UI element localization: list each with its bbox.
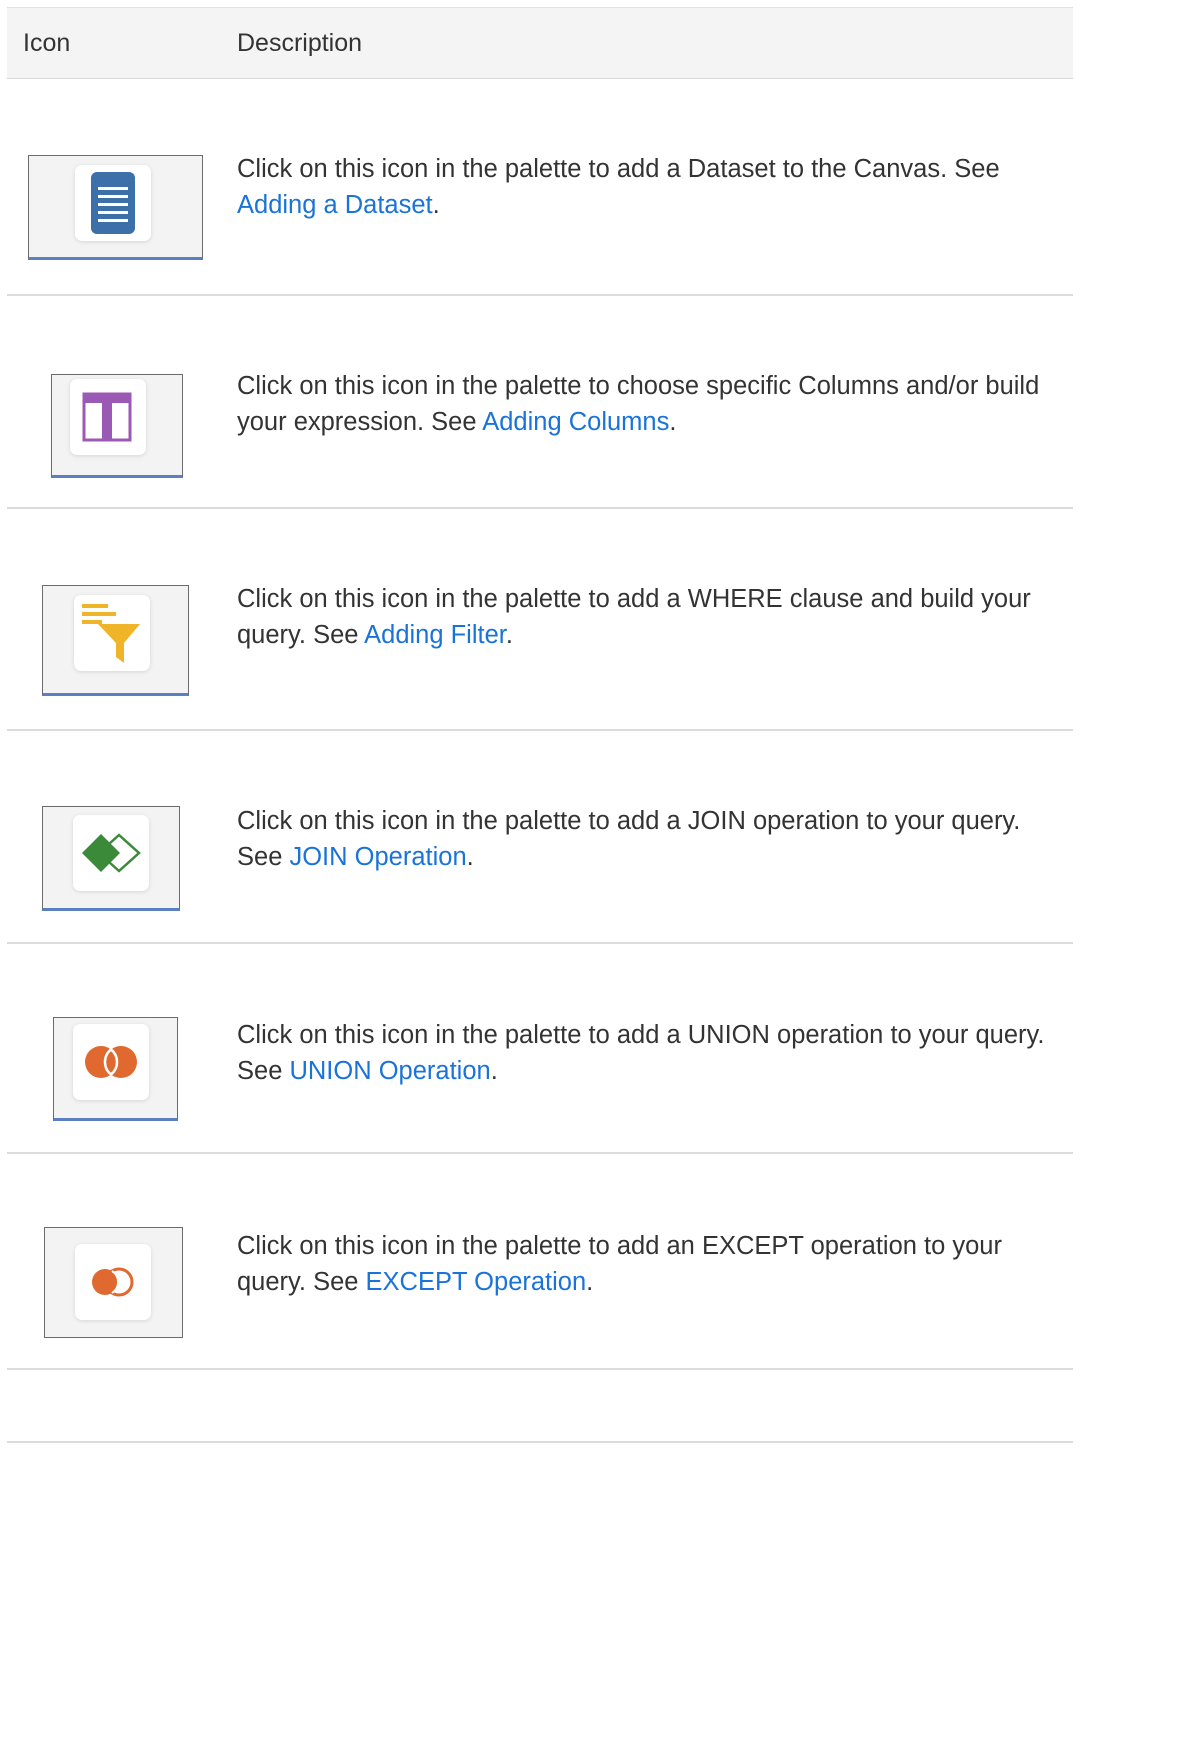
columns-description: Click on this icon in the palette to cho… (237, 372, 1040, 436)
join-operation-link[interactable]: JOIN Operation (289, 843, 466, 871)
filter-palette-button[interactable] (42, 585, 189, 696)
table-row-union: Click on this icon in the palette to add… (7, 944, 1073, 1154)
dataset-palette-button[interactable] (28, 155, 203, 260)
columns-palette-button[interactable] (51, 374, 183, 478)
filter-icon (82, 604, 140, 663)
union-description: Click on this icon in the palette to add… (237, 1021, 1045, 1085)
table-row-empty (7, 1370, 1073, 1443)
table-header: Icon Description (7, 7, 1073, 79)
icon-cell (7, 944, 227, 1152)
table-row-join: Click on this icon in the palette to add… (7, 731, 1073, 944)
join-icon (82, 833, 141, 873)
union-operation-link[interactable]: UNION Operation (289, 1057, 490, 1085)
adding-a-dataset-link[interactable]: Adding a Dataset (237, 191, 433, 219)
header-description-column: Description (237, 29, 363, 57)
columns-icon (82, 392, 132, 442)
table-row-dataset: Click on this icon in the palette to add… (7, 79, 1073, 296)
icon-cell (7, 1154, 227, 1368)
except-icon (92, 1267, 134, 1297)
join-description: Click on this icon in the palette to add… (237, 807, 1021, 871)
icon-cell (7, 731, 227, 942)
icon-cell (7, 296, 227, 507)
palette-icon-table: Icon Description Click on this icon in t… (7, 7, 1073, 1443)
dataset-description: Click on this icon in the palette to add… (237, 155, 1000, 219)
except-palette-button[interactable] (44, 1227, 183, 1338)
table-row-columns: Click on this icon in the palette to cho… (7, 296, 1073, 509)
join-palette-button[interactable] (42, 806, 180, 911)
header-icon-column: Icon (23, 29, 71, 57)
table-row-except: Click on this icon in the palette to add… (7, 1154, 1073, 1370)
adding-columns-link[interactable]: Adding Columns (482, 408, 669, 436)
icon-cell (7, 509, 227, 729)
table-row-filter: Click on this icon in the palette to add… (7, 509, 1073, 731)
filter-description: Click on this icon in the palette to add… (237, 585, 1031, 649)
union-icon (85, 1046, 137, 1078)
except-description: Click on this icon in the palette to add… (237, 1232, 1002, 1296)
dataset-icon (91, 172, 135, 234)
union-palette-button[interactable] (53, 1017, 178, 1121)
adding-filter-link[interactable]: Adding Filter (364, 621, 506, 649)
except-operation-link[interactable]: EXCEPT Operation (366, 1268, 587, 1296)
icon-cell (7, 79, 227, 294)
